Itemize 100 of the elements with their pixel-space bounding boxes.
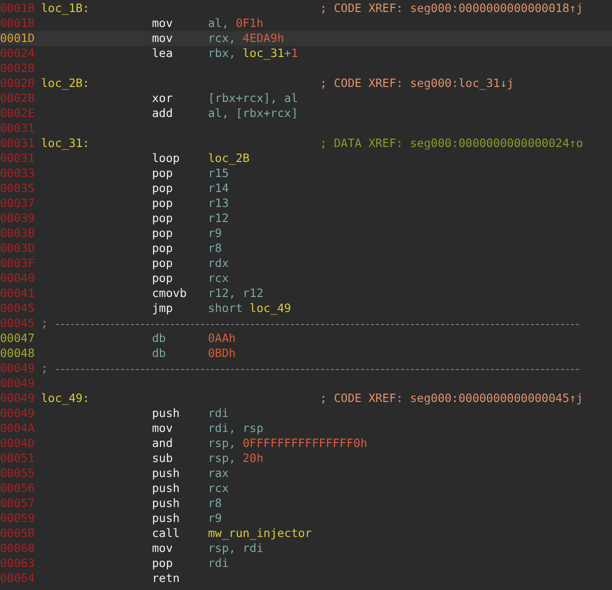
address: 0001B (0, 16, 35, 30)
mnemonic: push (152, 466, 180, 480)
address: 0001B (0, 1, 35, 15)
address: 00031 (0, 121, 35, 135)
comment-mark: ; (41, 361, 48, 376)
operand: rdi (208, 556, 229, 571)
address: 00049 (0, 376, 35, 390)
mnemonic: push (152, 511, 180, 525)
operand: loc_2B (208, 151, 250, 166)
address: 00047 (0, 331, 35, 345)
address: 0003D (0, 241, 35, 255)
mnemonic: pop (152, 196, 173, 210)
operand: r15 (208, 166, 229, 181)
address: 00031 (0, 151, 35, 165)
operand: al, 0F1h (208, 16, 264, 31)
address: 0004D (0, 436, 35, 450)
address: 00040 (0, 271, 35, 285)
mnemonic: pop (152, 556, 173, 570)
address: 00035 (0, 181, 35, 195)
xref-comment: ; CODE XREF: seg000:0000000000000018↑j (320, 1, 584, 16)
address: 00039 (0, 211, 35, 225)
xref-comment: ; DATA XREF: seg000:0000000000000024↑o (320, 136, 584, 151)
operand: r12, r12 (208, 286, 264, 301)
address: 0005B (0, 526, 35, 540)
address: 00048 (0, 346, 35, 360)
mnemonic: pop (152, 226, 173, 240)
mnemonic: pop (152, 241, 173, 255)
comment-mark: ; (41, 316, 48, 331)
mnemonic: lea (152, 46, 173, 60)
operand: rdi (208, 406, 229, 421)
operand: r8 (208, 241, 222, 256)
operand: r13 (208, 196, 229, 211)
address: 00051 (0, 451, 35, 465)
address: 0001D (0, 31, 35, 45)
label-name: loc_49: (41, 391, 90, 405)
operand: rsp, rdi (208, 541, 264, 556)
mnemonic: cmovb (152, 286, 187, 300)
address: 00033 (0, 166, 35, 180)
mnemonic: pop (152, 271, 173, 285)
mnemonic: mov (152, 16, 173, 30)
mnemonic: mov (152, 31, 173, 45)
operand: r9 (208, 511, 222, 526)
operand: mw_run_injector (208, 526, 312, 541)
operand: 0BDh (208, 346, 236, 361)
operand: short loc_49 (208, 301, 292, 316)
address: 00055 (0, 466, 35, 480)
operand: rsp, 20h (208, 451, 264, 466)
address: 00049 (0, 361, 35, 375)
address: 0002B (0, 91, 35, 105)
address: 00060 (0, 541, 35, 555)
address: 00031 (0, 136, 35, 150)
operand: rdx (208, 256, 229, 271)
mnemonic: db (152, 331, 166, 345)
operand: al, [rbx+rcx] (208, 106, 298, 121)
operand: [rbx+rcx], al (208, 91, 298, 106)
address: 00056 (0, 481, 35, 495)
mnemonic: jmp (152, 301, 173, 315)
address: 0002B (0, 76, 35, 90)
operand: rsp, 0FFFFFFFFFFFFFFF0h (208, 436, 368, 451)
address: 0004A (0, 421, 35, 435)
label-name: loc_31: (41, 136, 90, 150)
xref-comment: ; CODE XREF: seg000:0000000000000045↑j (320, 391, 584, 406)
address: 00059 (0, 511, 35, 525)
mnemonic: mov (152, 541, 173, 555)
mnemonic: push (152, 496, 180, 510)
mnemonic: retn (152, 571, 180, 585)
address: 0002B (0, 61, 35, 75)
mnemonic: loop (152, 151, 180, 165)
address: 00041 (0, 286, 35, 300)
mnemonic: pop (152, 181, 173, 195)
mnemonic: push (152, 406, 180, 420)
operand: r12 (208, 211, 229, 226)
mnemonic: pop (152, 256, 173, 270)
operand: r14 (208, 181, 229, 196)
address: 0002E (0, 106, 35, 120)
address: 00024 (0, 46, 35, 60)
operand: rdi, rsp (208, 421, 264, 436)
mnemonic: add (152, 106, 173, 120)
operand: rcx (208, 481, 229, 496)
address: 00057 (0, 496, 35, 510)
operand: 0AAh (208, 331, 236, 346)
operand: rbx, loc_31+1 (208, 46, 298, 61)
operand: rcx (208, 271, 229, 286)
mnemonic: pop (152, 211, 173, 225)
mnemonic: sub (152, 451, 173, 465)
address: 0003B (0, 226, 35, 240)
address: 00045 (0, 316, 35, 330)
operand: rax (208, 466, 229, 481)
address: 0003F (0, 256, 35, 270)
address: 00049 (0, 406, 35, 420)
operand: r9 (208, 226, 222, 241)
mnemonic: push (152, 481, 180, 495)
mnemonic: xor (152, 91, 173, 105)
address: 00049 (0, 391, 35, 405)
xref-comment: ; CODE XREF: seg000:loc_31↓j (320, 76, 514, 91)
address: 00063 (0, 556, 35, 570)
label-name: loc_2B: (41, 76, 90, 90)
address: 00064 (0, 571, 35, 585)
operand: r8 (208, 496, 222, 511)
mnemonic: mov (152, 421, 173, 435)
